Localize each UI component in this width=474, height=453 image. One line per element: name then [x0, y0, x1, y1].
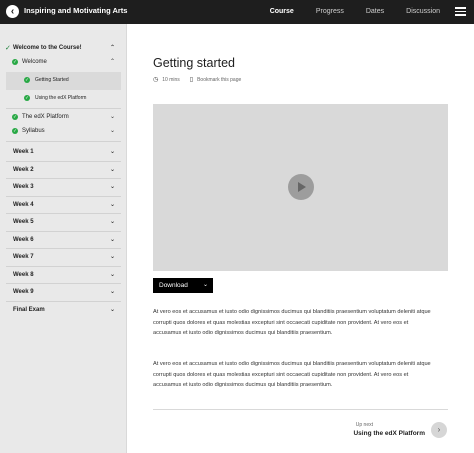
chevron-left-icon[interactable]: ‹: [6, 5, 19, 18]
bookmark-icon[interactable]: ▯: [190, 76, 193, 83]
divider: [6, 248, 121, 249]
chevron-down-icon[interactable]: ⌄: [110, 236, 115, 243]
chevron-down-icon[interactable]: ⌄: [110, 306, 115, 313]
chevron-up-icon[interactable]: ⌃: [110, 44, 115, 51]
divider: [153, 409, 448, 410]
play-icon[interactable]: [288, 174, 314, 200]
divider: [6, 213, 121, 214]
divider: [6, 301, 121, 302]
body-paragraph: At vero eos et accusamus et iusto odio d…: [153, 309, 431, 336]
chevron-down-icon[interactable]: ⌄: [110, 148, 115, 155]
nav-progress[interactable]: Progress: [316, 0, 344, 24]
up-next-title[interactable]: Using the edX Platform: [353, 430, 425, 437]
sidebar-item-label: Using the edX Platform: [35, 95, 87, 101]
divider: [6, 178, 121, 179]
check-circle-icon: ✓: [12, 114, 18, 120]
clock-icon: ◷: [153, 77, 159, 83]
check-icon: ✓: [5, 45, 11, 52]
download-button[interactable]: Download ⌄: [153, 278, 213, 293]
sidebar-item-label: Welcome: [22, 59, 47, 65]
week-label: Week 8: [13, 272, 34, 278]
up-next-label: Up next: [355, 422, 373, 428]
chevron-up-icon[interactable]: ⌃: [110, 58, 115, 65]
chevron-down-icon[interactable]: ⌄: [110, 113, 115, 120]
sidebar-item-label: The edX Platform: [22, 114, 69, 120]
chevron-right-icon[interactable]: ›: [431, 422, 447, 438]
course-outline-sidebar: ✓ Welcome to the Course! ⌃ ✓ Welcome ⌃ ✓…: [0, 24, 127, 453]
page-meta: ◷ 10 mins ▯ Bookmark this page: [153, 76, 241, 84]
chevron-down-icon[interactable]: ⌄: [110, 253, 115, 260]
divider: [6, 196, 121, 197]
page-title: Getting started: [153, 56, 235, 70]
week-label: Week 4: [13, 202, 34, 208]
week-label: Week 6: [13, 237, 34, 243]
bookmark-link[interactable]: Bookmark this page: [197, 77, 241, 83]
chevron-down-icon[interactable]: ⌄: [110, 271, 115, 278]
week-label: Week 5: [13, 219, 34, 225]
chevron-down-icon[interactable]: ⌄: [110, 183, 115, 190]
check-circle-icon: ✓: [12, 59, 18, 65]
video-player[interactable]: [153, 104, 448, 271]
divider: [6, 231, 121, 232]
body-paragraph: At vero eos et accusamus et iusto odio d…: [153, 361, 431, 388]
chevron-down-icon[interactable]: ⌄: [110, 218, 115, 225]
check-circle-icon: ✓: [24, 77, 30, 83]
download-label: Download: [159, 282, 188, 289]
divider: [6, 266, 121, 267]
week-label: Week 1: [13, 149, 34, 155]
nav-discussion[interactable]: Discussion: [406, 0, 440, 24]
course-title: Inspiring and Motivating Arts: [24, 6, 128, 15]
week-label: Final Exam: [13, 307, 45, 313]
divider: [6, 161, 121, 162]
week-label: Week 3: [13, 184, 34, 190]
divider: [6, 108, 121, 109]
week-label: Week 7: [13, 254, 34, 260]
chevron-down-icon[interactable]: ⌄: [110, 201, 115, 208]
week-label: Week 2: [13, 167, 34, 173]
chevron-down-icon[interactable]: ⌄: [110, 288, 115, 295]
sidebar-item-label: Syllabus: [22, 128, 45, 134]
sidebar-item-label: Getting Started: [35, 77, 69, 83]
duration-text: 10 mins: [162, 76, 180, 83]
week-label: Week 9: [13, 289, 34, 295]
divider: [6, 141, 121, 142]
divider: [6, 283, 121, 284]
sidebar-section-label: Welcome to the Course!: [13, 45, 82, 51]
chevron-down-icon: ⌄: [202, 282, 208, 288]
nav-dates[interactable]: Dates: [366, 0, 384, 24]
chevron-down-icon[interactable]: ⌄: [110, 127, 115, 134]
check-circle-icon: ✓: [24, 95, 30, 101]
check-circle-icon: ✓: [12, 128, 18, 134]
chevron-down-icon[interactable]: ⌄: [110, 166, 115, 173]
hamburger-menu-icon[interactable]: [455, 7, 466, 16]
top-nav: Course Progress Dates Discussion: [248, 0, 440, 24]
top-bar: ‹ Inspiring and Motivating Arts Course P…: [0, 0, 474, 24]
nav-course[interactable]: Course: [270, 0, 294, 24]
